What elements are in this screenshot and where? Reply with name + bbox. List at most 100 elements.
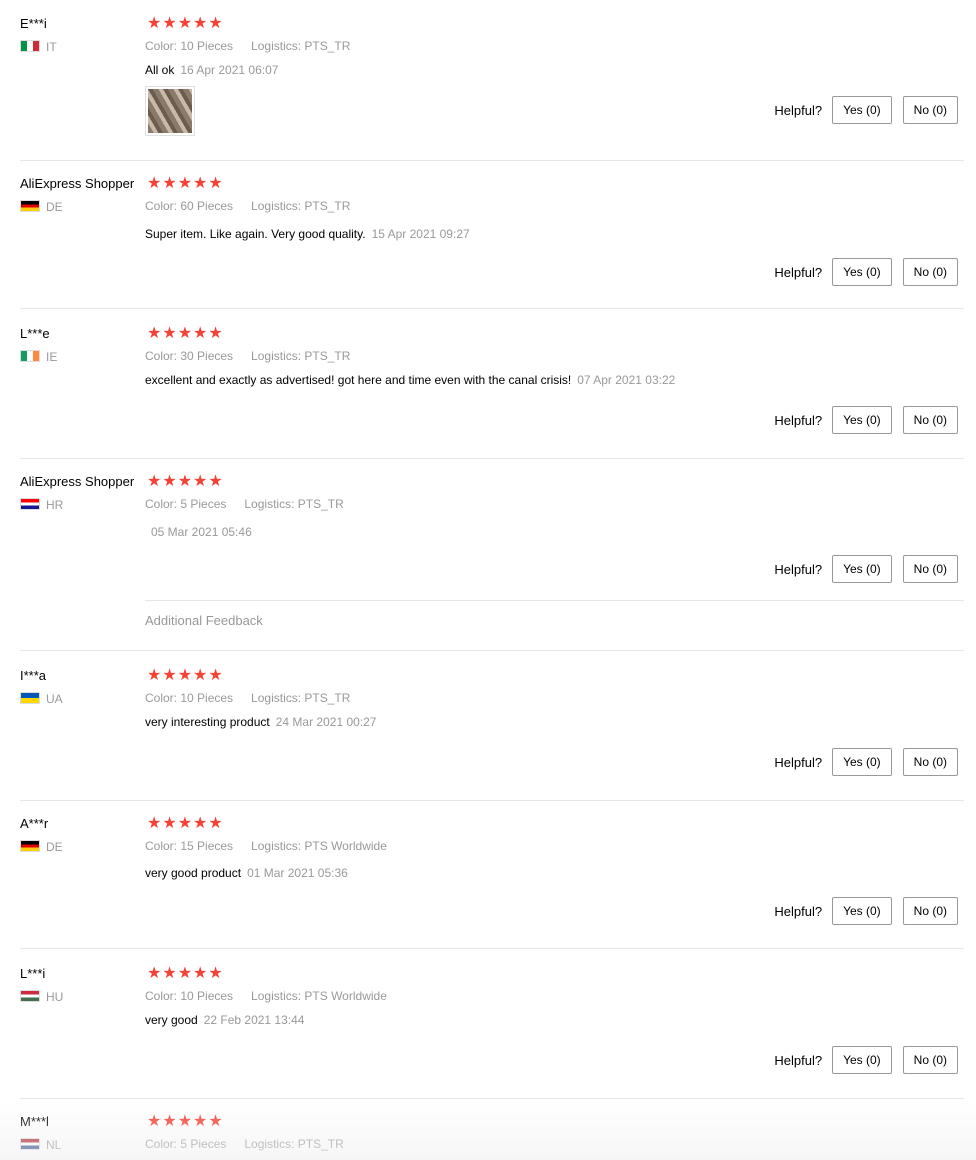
helpful-label: Helpful? xyxy=(774,754,823,770)
color-option: Color: 10 Pieces xyxy=(145,39,234,53)
reviewer-name: L***i xyxy=(20,966,46,981)
country-code: IT xyxy=(46,40,57,54)
review-body: excellent and exactly as advertised! got… xyxy=(145,372,675,388)
review-date: 24 Mar 2021 00:27 xyxy=(275,715,377,729)
logistics-info: Logistics: PTS_TR xyxy=(251,691,351,705)
country-code: DE xyxy=(46,200,63,214)
review-meta: Color: 10 Pieces Logistics: PTS_TR xyxy=(145,690,350,706)
review-photo-thumbnail[interactable] xyxy=(145,86,195,136)
photo-image xyxy=(148,89,192,133)
reviewer-name: M***l xyxy=(20,1114,49,1129)
helpful-no-button[interactable]: No (0) xyxy=(902,406,958,434)
ukraine-flag-icon xyxy=(20,692,40,704)
logistics-info: Logistics: PTS_TR xyxy=(244,1137,344,1151)
country-code: UA xyxy=(46,692,63,706)
helpful-yes-button[interactable]: Yes (0) xyxy=(832,1046,892,1074)
review-date: 15 Apr 2021 09:27 xyxy=(371,227,470,241)
italy-flag-icon xyxy=(20,40,40,52)
helpful-votes: Helpful? Yes (0) No (0) xyxy=(774,1046,958,1074)
helpful-yes-button[interactable]: Yes (0) xyxy=(832,748,892,776)
star-icon: ★ xyxy=(208,667,224,684)
helpful-label: Helpful? xyxy=(774,264,823,280)
review-date: 01 Mar 2021 05:36 xyxy=(247,866,348,880)
additional-feedback: Additional Feedback xyxy=(145,600,964,628)
logistics-info: Logistics: PTS Worldwide xyxy=(251,989,387,1003)
star-icon: ★ xyxy=(208,473,224,490)
helpful-votes: Helpful? Yes (0) No (0) xyxy=(774,748,958,776)
review-meta: Color: 10 Pieces Logistics: PTS_TR xyxy=(145,38,350,54)
star-icon: ★ xyxy=(193,175,209,192)
star-icon: ★ xyxy=(193,965,209,982)
star-icon: ★ xyxy=(177,15,194,32)
review-body: very good product 01 Mar 2021 05:36 xyxy=(145,865,348,881)
star-icon: ★ xyxy=(162,815,178,832)
review-meta: Color: 60 Pieces Logistics: PTS_TR xyxy=(145,198,350,214)
star-icon: ★ xyxy=(162,15,178,32)
review-text: very good product xyxy=(145,866,242,880)
croatia-flag-icon xyxy=(20,498,40,510)
star-icon: ★ xyxy=(147,667,163,684)
review-date: 22 Feb 2021 13:44 xyxy=(203,1013,305,1027)
star-icon: ★ xyxy=(147,1113,163,1130)
reviewer-country: UA xyxy=(20,692,63,706)
star-icon: ★ xyxy=(208,965,224,982)
star-icon: ★ xyxy=(177,175,194,192)
review-text: Super item. Like again. Very good qualit… xyxy=(145,227,366,241)
review-body: very good 22 Feb 2021 13:44 xyxy=(145,1012,304,1028)
reviewer-country: HU xyxy=(20,990,63,1004)
helpful-no-button[interactable]: No (0) xyxy=(902,96,958,124)
helpful-votes: Helpful? Yes (0) No (0) xyxy=(774,96,958,124)
review-item: L***i HU ★★★★★ Color: 10 Pieces Logistics… xyxy=(20,965,964,1099)
review-item: A***r DE ★★★★★ Color: 15 Pieces Logistics… xyxy=(20,815,964,949)
review-date: 05 Mar 2021 05:46 xyxy=(151,525,252,539)
reviewer-name: AliExpress Shopper xyxy=(20,474,135,489)
star-icon: ★ xyxy=(177,815,194,832)
review-text: excellent and exactly as advertised! got… xyxy=(145,373,572,387)
star-icon: ★ xyxy=(162,1113,178,1130)
star-icon: ★ xyxy=(208,325,224,342)
reviewer-country: HR xyxy=(20,498,63,512)
star-icon: ★ xyxy=(147,175,163,192)
star-icon: ★ xyxy=(162,473,178,490)
reviewer-name: E***i xyxy=(20,16,47,31)
additional-feedback-label: Additional Feedback xyxy=(145,613,263,628)
helpful-yes-button[interactable]: Yes (0) xyxy=(832,555,892,583)
helpful-no-button[interactable]: No (0) xyxy=(902,897,958,925)
star-icon: ★ xyxy=(193,815,209,832)
reviewer-country: DE xyxy=(20,840,63,854)
country-code: HR xyxy=(46,498,64,512)
review-body: very interesting product 24 Mar 2021 00:2… xyxy=(145,714,376,730)
helpful-yes-button[interactable]: Yes (0) xyxy=(832,406,892,434)
star-icon: ★ xyxy=(193,473,209,490)
review-meta: Color: 10 Pieces Logistics: PTS Worldwide xyxy=(145,988,387,1004)
star-icon: ★ xyxy=(162,965,178,982)
star-icon: ★ xyxy=(162,325,178,342)
review-date: 16 Apr 2021 06:07 xyxy=(180,63,279,77)
reviewer-name: I***a xyxy=(20,668,47,683)
review-item: AliExpress Shopper DE ★★★★★ Color: 60 Pi… xyxy=(20,175,964,309)
helpful-label: Helpful? xyxy=(774,412,823,428)
helpful-no-button[interactable]: No (0) xyxy=(902,258,958,286)
helpful-no-button[interactable]: No (0) xyxy=(902,555,958,583)
country-code: NL xyxy=(46,1138,62,1152)
star-icon: ★ xyxy=(162,667,178,684)
helpful-no-button[interactable]: No (0) xyxy=(902,748,958,776)
star-icon: ★ xyxy=(177,325,194,342)
review-text: All ok xyxy=(145,63,175,77)
helpful-votes: Helpful? Yes (0) No (0) xyxy=(774,406,958,434)
helpful-yes-button[interactable]: Yes (0) xyxy=(832,258,892,286)
helpful-no-button[interactable]: No (0) xyxy=(902,1046,958,1074)
color-option: Color: 15 Pieces xyxy=(145,839,234,853)
helpful-label: Helpful? xyxy=(774,561,823,577)
review-date: 07 Apr 2021 03:22 xyxy=(577,373,676,387)
logistics-info: Logistics: PTS_TR xyxy=(251,199,351,213)
color-option: Color: 5 Pieces xyxy=(145,1137,227,1151)
color-option: Color: 5 Pieces xyxy=(145,497,227,511)
helpful-yes-button[interactable]: Yes (0) xyxy=(832,897,892,925)
star-icon: ★ xyxy=(193,15,209,32)
logistics-info: Logistics: PTS_TR xyxy=(244,497,344,511)
color-option: Color: 10 Pieces xyxy=(145,989,234,1003)
star-icon: ★ xyxy=(193,667,209,684)
reviewer-country: IT xyxy=(20,40,57,54)
helpful-yes-button[interactable]: Yes (0) xyxy=(832,96,892,124)
